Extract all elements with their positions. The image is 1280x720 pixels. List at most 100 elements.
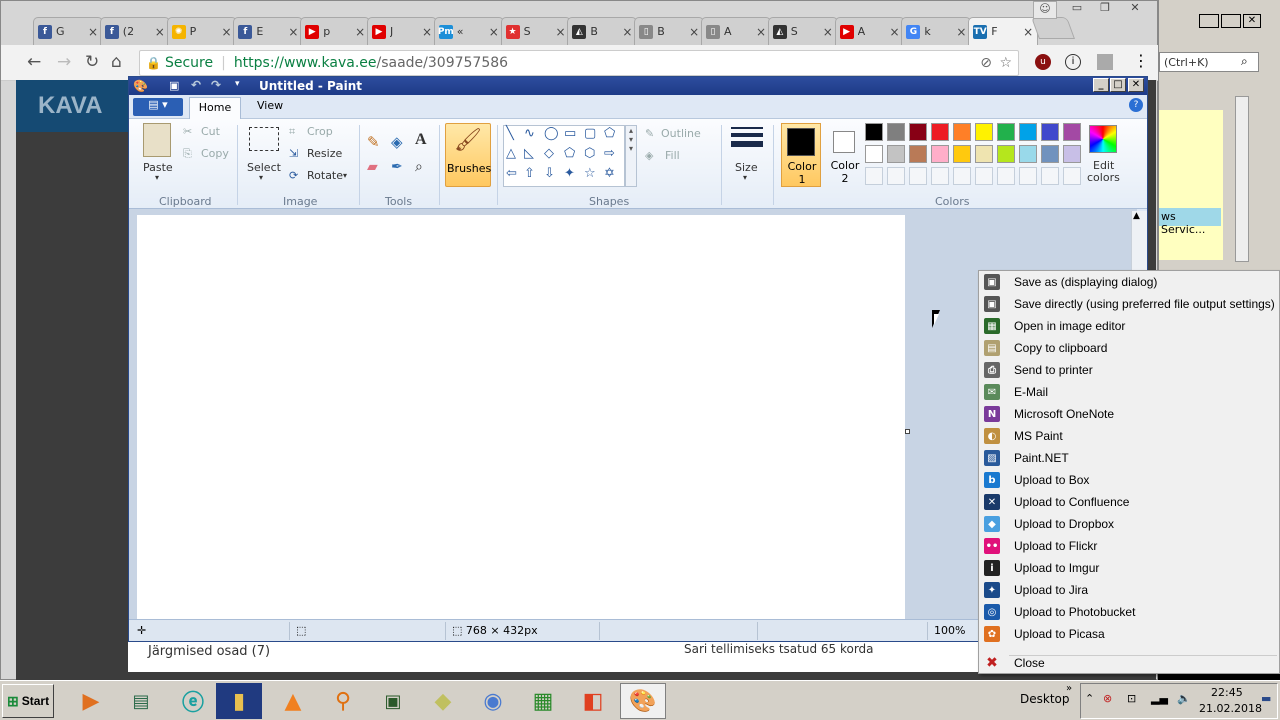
browser-tab[interactable]: ▶ A × xyxy=(834,17,905,45)
menu-item[interactable]: ▣ Save directly (using preferred file out… xyxy=(979,293,1279,315)
paste-icon[interactable] xyxy=(143,123,171,157)
browser-tab[interactable]: ▶ J × xyxy=(367,17,437,45)
monitor-app-icon[interactable]: ▣ xyxy=(370,683,416,719)
resize-button[interactable]: Resize xyxy=(307,147,342,160)
paint-taskbar-icon[interactable]: 🎨 xyxy=(620,683,666,719)
tab-close-icon[interactable]: × xyxy=(956,25,966,39)
curve-shape-icon[interactable]: ∿ xyxy=(524,127,535,141)
tab-close-icon[interactable]: × xyxy=(1023,25,1033,39)
menu-item[interactable]: ⎙ Send to printer xyxy=(979,359,1279,381)
bg-scrollbar[interactable] xyxy=(1235,96,1249,262)
palette-swatch[interactable] xyxy=(909,123,927,141)
palette-swatch[interactable] xyxy=(931,123,949,141)
shapes-scroll[interactable]: ▴ ▾ ▾ xyxy=(625,125,637,187)
browser-tab[interactable]: TV F × xyxy=(968,17,1039,45)
clock-date[interactable]: 21.02.2018 xyxy=(1199,702,1262,715)
palette-swatch[interactable] xyxy=(1063,123,1081,141)
tab-close-icon[interactable]: × xyxy=(88,25,98,39)
five-point-star-icon[interactable]: ☆ xyxy=(584,167,596,181)
diamond-shape-icon[interactable]: ◇ xyxy=(544,147,554,161)
camera-icon[interactable]: ⊘ xyxy=(980,55,992,71)
up-arrow-shape-icon[interactable]: ⇧ xyxy=(524,167,535,181)
fill-bucket-icon[interactable]: ◈ xyxy=(391,133,403,151)
desktop-toolbar[interactable]: Desktop xyxy=(1020,692,1070,706)
tab-close-icon[interactable]: × xyxy=(556,25,566,39)
palette-custom-swatch[interactable] xyxy=(865,167,883,185)
palette-swatch[interactable] xyxy=(887,145,905,163)
zoom-level[interactable]: 100% xyxy=(927,622,965,640)
color2-button[interactable]: Color 2 xyxy=(825,123,865,187)
tab-view[interactable]: View xyxy=(257,99,283,112)
kava-logo[interactable]: KAVA xyxy=(16,80,134,132)
profile-icon[interactable]: ☺ xyxy=(1033,1,1057,19)
qat-customize-icon[interactable]: ▾ xyxy=(235,79,240,89)
crop-button[interactable]: Crop xyxy=(307,125,333,138)
rotate-button[interactable]: Rotate xyxy=(307,169,343,182)
palette-custom-swatch[interactable] xyxy=(997,167,1015,185)
palette-swatch[interactable] xyxy=(975,123,993,141)
ublock-icon[interactable]: u xyxy=(1035,54,1051,70)
browser-tab[interactable]: ▶ p × xyxy=(300,17,371,45)
copy-button[interactable]: Copy xyxy=(201,147,229,160)
paint-app-icon[interactable]: 🎨 xyxy=(133,79,148,93)
forward-icon[interactable]: → xyxy=(57,52,71,72)
chart-app-icon[interactable]: ▦ xyxy=(520,683,566,719)
tab-close-icon[interactable]: × xyxy=(288,25,298,39)
info-icon[interactable]: i xyxy=(1065,54,1081,70)
hexagon-shape-icon[interactable]: ⬡ xyxy=(584,147,595,161)
maximize-button[interactable]: ❐ xyxy=(1091,1,1119,19)
search-tool-icon[interactable]: ⚲ xyxy=(320,683,366,719)
palette-swatch[interactable] xyxy=(1019,123,1037,141)
minimize-button[interactable]: ▭ xyxy=(1063,1,1091,19)
palette-swatch[interactable] xyxy=(953,145,971,163)
eset-icon[interactable]: ⓔ xyxy=(170,683,216,719)
palette-custom-swatch[interactable] xyxy=(1063,167,1081,185)
office-icon[interactable]: ◧ xyxy=(570,683,616,719)
palette-swatch[interactable] xyxy=(909,145,927,163)
cut-button[interactable]: Cut xyxy=(201,125,220,138)
menu-item[interactable]: N Microsoft OneNote xyxy=(979,403,1279,425)
line-shape-icon[interactable]: ╲ xyxy=(506,127,514,141)
rectangle-shape-icon[interactable]: ▭ xyxy=(564,127,576,141)
tab-close-icon[interactable]: × xyxy=(689,25,699,39)
fill-button[interactable]: Fill xyxy=(665,149,680,162)
paint-minimize-button[interactable]: _ xyxy=(1093,78,1109,92)
palette-swatch[interactable] xyxy=(865,123,883,141)
reload-icon[interactable]: ↻ xyxy=(85,52,99,72)
file-menu-button[interactable]: ▤ ▾ xyxy=(133,98,183,116)
menu-item-close[interactable]: ✖ Close xyxy=(979,652,1279,674)
four-point-star-icon[interactable]: ✦ xyxy=(564,167,575,181)
bg-search-icon[interactable]: ⌕ xyxy=(1241,54,1248,69)
browser-tab[interactable]: Gk × xyxy=(901,17,972,45)
canvas-resize-handle[interactable] xyxy=(905,429,910,434)
color1-button[interactable]: Color 1 xyxy=(781,123,821,187)
address-bar[interactable]: 🔒 Secure | https://www.kava.ee /saade/30… xyxy=(139,50,1019,76)
palette-custom-swatch[interactable] xyxy=(1041,167,1059,185)
qat-undo-icon[interactable]: ↶ xyxy=(191,78,201,92)
palette-swatch[interactable] xyxy=(997,123,1015,141)
tab-close-icon[interactable]: × xyxy=(622,25,632,39)
palette-swatch[interactable] xyxy=(1019,145,1037,163)
rounded-rect-shape-icon[interactable]: ▢ xyxy=(584,127,596,141)
clock-time[interactable]: 22:45 xyxy=(1211,686,1243,699)
pentagon-shape-icon[interactable]: ⬠ xyxy=(564,147,575,161)
browser-tab[interactable]: f G × xyxy=(33,17,103,45)
paint-maximize-button[interactable]: □ xyxy=(1110,78,1126,92)
notes-app-icon[interactable]: ◆ xyxy=(420,683,466,719)
menu-item[interactable]: ▣ Save as (displaying dialog) xyxy=(979,271,1279,293)
edit-colors-icon[interactable] xyxy=(1089,125,1117,153)
left-arrow-shape-icon[interactable]: ⇦ xyxy=(506,167,517,181)
bg-close-button[interactable]: ✕ xyxy=(1243,14,1261,28)
magnifier-icon[interactable]: ⌕ xyxy=(415,159,423,175)
browser-tab[interactable]: f (2 × xyxy=(99,17,170,45)
palette-swatch[interactable] xyxy=(953,123,971,141)
menu-item[interactable]: •• Upload to Flickr xyxy=(979,535,1279,557)
bg-list-item[interactable]: ws Servic... xyxy=(1159,208,1221,236)
back-icon[interactable]: ← xyxy=(27,52,41,72)
palette-swatch[interactable] xyxy=(887,123,905,141)
qat-save-icon[interactable]: ▣ xyxy=(169,79,179,92)
select-icon[interactable] xyxy=(249,127,279,151)
menu-item[interactable]: ◎ Upload to Photobucket xyxy=(979,601,1279,623)
drawing-canvas[interactable] xyxy=(137,215,905,619)
home-icon[interactable]: ⌂ xyxy=(111,52,122,72)
